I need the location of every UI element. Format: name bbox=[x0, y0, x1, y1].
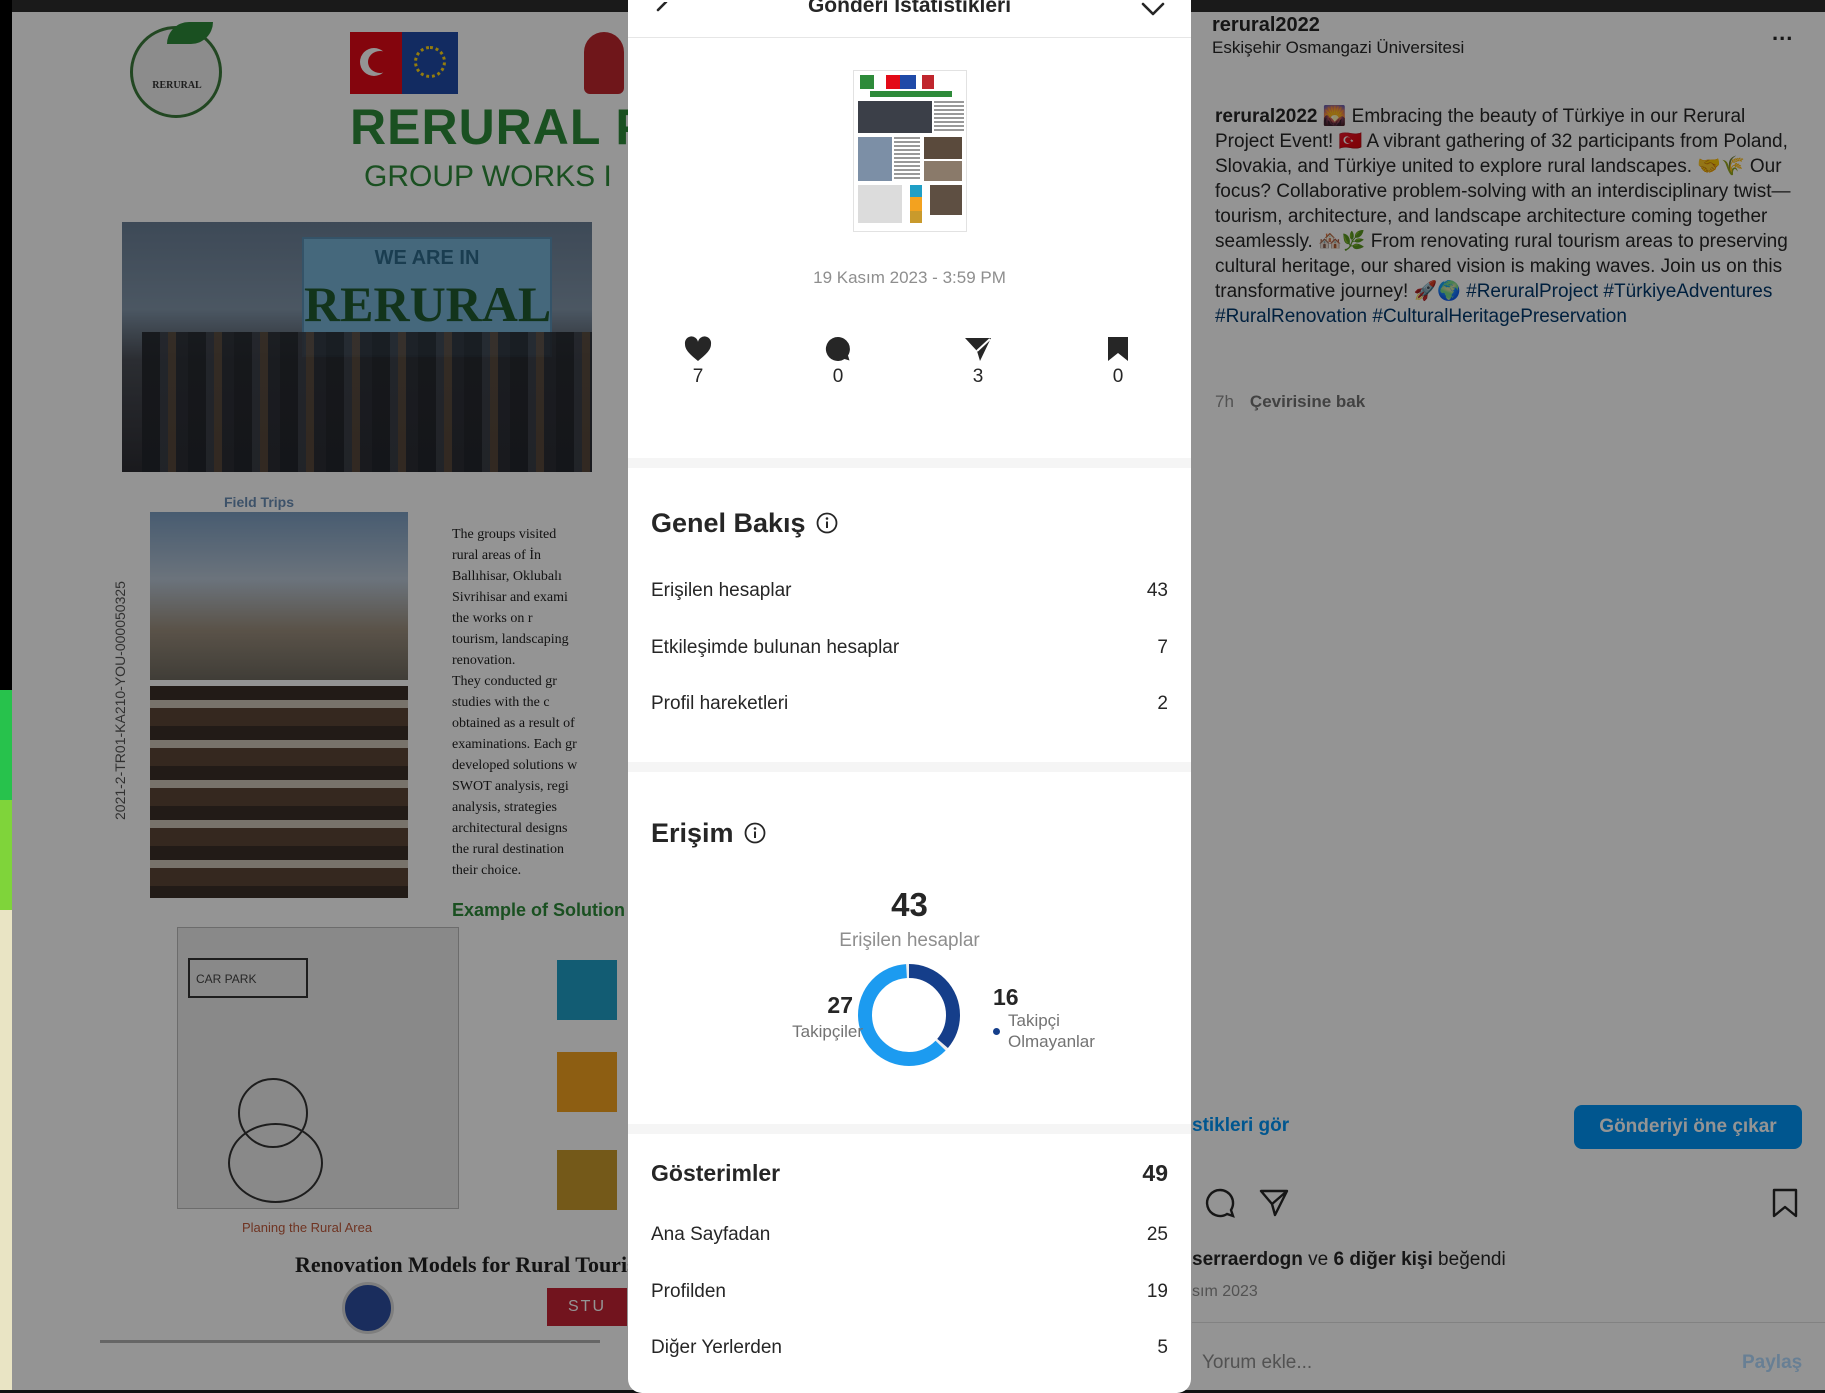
saves-count: 0 bbox=[1112, 366, 1124, 387]
comment-bubble-icon bbox=[825, 336, 850, 361]
stat-saves: 0 bbox=[1088, 336, 1148, 388]
overview-row-profile-activity[interactable]: Profil hareketleri 2 bbox=[651, 693, 1168, 715]
overview-row-engaged[interactable]: Etkileşimde bulunan hesaplar 7 bbox=[651, 637, 1168, 659]
impressions-row-home[interactable]: Ana Sayfadan 25 bbox=[651, 1224, 1168, 1246]
post-date: 19 Kasım 2023 - 3:59 PM bbox=[813, 268, 1006, 287]
heart-icon bbox=[684, 336, 712, 361]
reach-total: 43 bbox=[891, 886, 928, 923]
info-icon[interactable] bbox=[744, 822, 766, 844]
comments-count: 0 bbox=[832, 366, 844, 387]
followers-count: 27 bbox=[827, 992, 853, 1018]
non-followers-count: 16 bbox=[993, 984, 1019, 1010]
impressions-row-other[interactable]: Diğer Yerlerden 5 bbox=[651, 1337, 1168, 1359]
desktop-wallpaper-cream bbox=[0, 910, 12, 1393]
reach-title: Erişim bbox=[651, 818, 766, 849]
reach-total-label: Erişilen hesaplar bbox=[839, 930, 980, 951]
section-divider bbox=[628, 762, 1191, 772]
section-divider bbox=[628, 458, 1191, 468]
likes-count: 7 bbox=[692, 366, 704, 387]
close-icon[interactable] bbox=[1140, 2, 1166, 20]
impressions-header[interactable]: Gösterimler 49 bbox=[651, 1160, 1168, 1187]
modal-header: Gönderi İstatistikleri bbox=[628, 0, 1191, 38]
modal-title: Gönderi İstatistikleri bbox=[807, 0, 1012, 17]
impressions-row-profile[interactable]: Profilden 19 bbox=[651, 1281, 1168, 1303]
stat-shares: 3 bbox=[948, 336, 1008, 388]
non-followers-legend: Takipçi Olmayanlar bbox=[1008, 1011, 1095, 1051]
post-thumbnail bbox=[853, 70, 967, 232]
overview-row-reached[interactable]: Erişilen hesaplar 43 bbox=[651, 580, 1168, 602]
reach-donut-chart bbox=[858, 964, 960, 1066]
post-insights-modal: Gönderi İstatistikleri 19 Kasım 2023 - 3… bbox=[628, 0, 1191, 1393]
info-icon[interactable] bbox=[816, 512, 838, 534]
desktop-wallpaper-lime bbox=[0, 800, 12, 920]
stat-likes: 7 bbox=[668, 336, 728, 388]
followers-legend: Takipçiler bbox=[724, 1022, 874, 1042]
paper-plane-icon bbox=[965, 338, 991, 361]
overview-title: Genel Bakış bbox=[651, 508, 838, 539]
shares-count: 3 bbox=[972, 366, 984, 387]
followers-dot-icon bbox=[867, 1029, 874, 1037]
stat-comments: 0 bbox=[808, 336, 868, 388]
bookmark-icon bbox=[1108, 337, 1128, 361]
section-divider bbox=[628, 1124, 1191, 1134]
non-followers-dot-icon bbox=[993, 1028, 1000, 1035]
